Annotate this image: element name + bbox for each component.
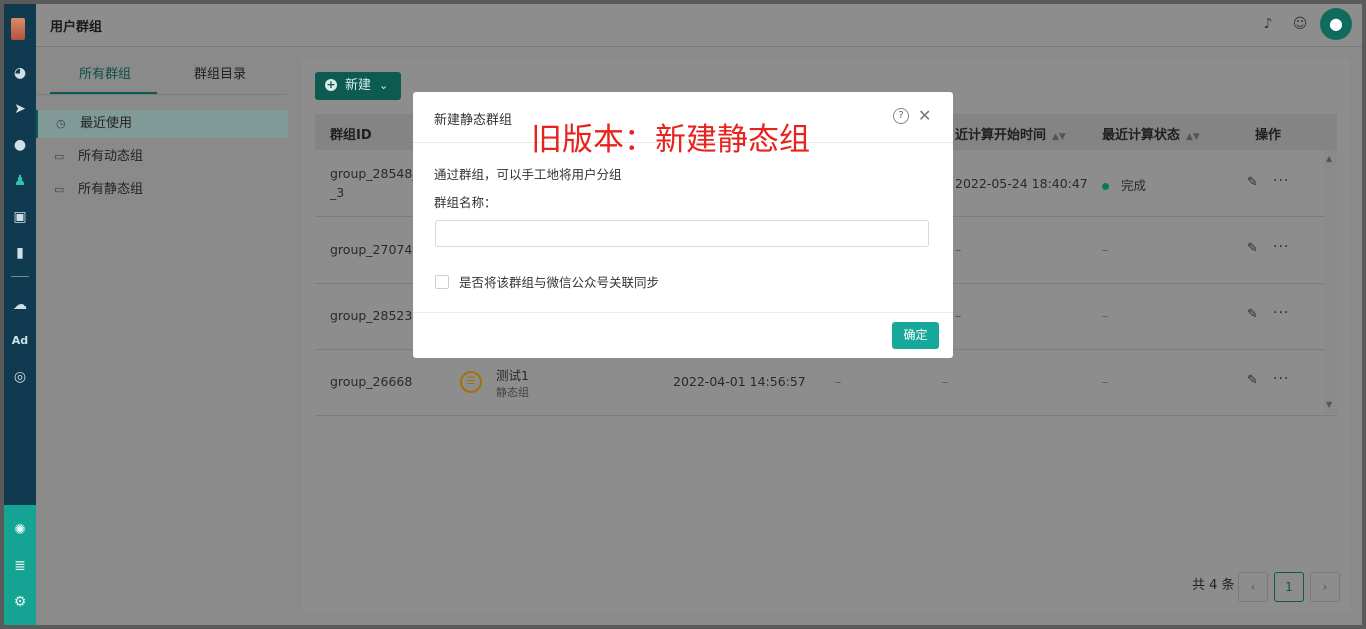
cell-calc-status: 完成 bbox=[1102, 175, 1146, 194]
target-icon[interactable]: ◎ bbox=[4, 364, 36, 390]
app-frame: ◕ ➤ ● ♟ ▣ ▮ ☁ Ad ◎ ✺ ≣ ⚙ 用户群组 ♪ ☺ ● 所有群组… bbox=[4, 4, 1362, 625]
message-icon[interactable]: ☺ bbox=[1291, 15, 1309, 33]
status-dot bbox=[1102, 183, 1109, 190]
scroll-up-icon[interactable]: ▲ bbox=[1326, 154, 1332, 163]
cell-calc-start: – bbox=[942, 374, 949, 389]
col-actions: 操作 bbox=[1255, 128, 1282, 143]
wechat-icon[interactable]: ☁ bbox=[4, 292, 36, 318]
sort-icon[interactable]: ▲▼ bbox=[1052, 132, 1066, 142]
close-icon[interactable]: ✕ bbox=[918, 106, 931, 125]
status-text: 完成 bbox=[1121, 178, 1147, 193]
sidebar-item-recent[interactable]: ◷ 最近使用 bbox=[36, 110, 288, 138]
cell-group-id: group_27074 bbox=[330, 242, 413, 257]
table-scrollbar[interactable]: ▲ ▼ bbox=[1324, 150, 1337, 414]
col-calc-status[interactable]: 最近计算状态 ▲▼ bbox=[1102, 124, 1200, 143]
next-page-button[interactable]: › bbox=[1310, 572, 1340, 602]
folder-icon: ▭ bbox=[54, 183, 65, 196]
gear-icon[interactable]: ⚙ bbox=[4, 589, 36, 615]
rail-divider bbox=[11, 276, 29, 277]
cell-col4: – bbox=[835, 374, 842, 389]
plus-icon: + bbox=[325, 78, 337, 91]
cell-calc-start: 2022-05-24 18:40:47 bbox=[955, 176, 1088, 191]
top-header: 用户群组 ♪ ☺ ● bbox=[36, 4, 1362, 47]
scroll-down-icon[interactable]: ▼ bbox=[1326, 400, 1332, 409]
icon-rail: ◕ ➤ ● ♟ ▣ ▮ ☁ Ad ◎ ✺ ≣ ⚙ bbox=[4, 4, 36, 625]
bookmark-icon[interactable]: ▣ bbox=[4, 204, 36, 230]
sort-icon[interactable]: ▲▼ bbox=[1186, 132, 1200, 142]
pagination-total: 共 4 条 bbox=[1192, 578, 1235, 593]
cell-group-id-cont: _3 bbox=[330, 185, 345, 200]
rail-bottom: ✺ ≣ ⚙ bbox=[4, 505, 36, 625]
new-button-label: 新建 bbox=[345, 78, 372, 93]
cell-calc-status: – bbox=[1102, 242, 1109, 257]
dashboard-icon[interactable]: ◕ bbox=[4, 60, 36, 86]
chevron-down-icon: ⌄ bbox=[379, 79, 389, 92]
dialog-description: 通过群组，可以手工地将用户分组 bbox=[434, 167, 622, 182]
wechat-sync-label[interactable]: 是否将该群组与微信公众号关联同步 bbox=[459, 272, 659, 291]
new-button[interactable]: + 新建 ⌄ bbox=[315, 72, 401, 100]
bell-icon[interactable]: ♪ bbox=[1259, 15, 1277, 33]
page-number[interactable]: 1 bbox=[1274, 572, 1304, 602]
cell-calc-status: – bbox=[1102, 374, 1109, 389]
annotation-text: 旧版本：新建静态组 bbox=[531, 122, 810, 158]
cell-group-id: group_26668 bbox=[330, 374, 413, 389]
network-icon[interactable]: ✺ bbox=[4, 517, 36, 543]
wechat-sync-checkbox[interactable] bbox=[435, 275, 449, 289]
more-icon[interactable]: ··· bbox=[1273, 173, 1289, 189]
bar-chart-icon[interactable]: ▮ bbox=[4, 240, 36, 266]
dialog-title: 新建静态群组 bbox=[434, 113, 513, 128]
cell-calc-status: – bbox=[1102, 308, 1109, 323]
list-icon: ☰ bbox=[460, 371, 482, 393]
cell-group-id: group_28523 bbox=[330, 308, 413, 323]
confirm-button[interactable]: 确定 bbox=[892, 322, 939, 349]
sidebar-tabs: 所有群组 群组目录 bbox=[36, 47, 286, 95]
cell-group-id: group_28548_c bbox=[330, 166, 426, 181]
dialog-footer-divider bbox=[413, 312, 953, 313]
avatar[interactable]: ● bbox=[1320, 8, 1352, 40]
edit-icon[interactable]: ✎ bbox=[1247, 373, 1258, 388]
tab-all-groups[interactable]: 所有群组 bbox=[79, 63, 131, 82]
col-calc-start[interactable]: 近计算开始时间 ▲▼ bbox=[955, 124, 1066, 143]
user-icon[interactable]: ● bbox=[4, 132, 36, 158]
sidebar-item-static[interactable]: ▭ 所有静态组 bbox=[36, 176, 286, 204]
cell-calc-start: – bbox=[955, 308, 962, 323]
group-name-label: 群组名称： bbox=[434, 195, 497, 210]
user-group-icon[interactable]: ♟ bbox=[4, 168, 36, 194]
new-static-group-dialog: 新建静态群组 ? ✕ 旧版本：新建静态组 通过群组，可以手工地将用户分组 群组名… bbox=[413, 92, 953, 358]
cell-created-time: 2022-04-01 14:56:57 bbox=[673, 374, 806, 389]
cell-group-type: 静态组 bbox=[496, 386, 529, 399]
ad-icon[interactable]: Ad bbox=[4, 328, 36, 354]
clock-icon: ◷ bbox=[56, 117, 66, 130]
col-group-id[interactable]: 群组ID bbox=[330, 124, 372, 143]
help-icon[interactable]: ? bbox=[893, 108, 909, 124]
prev-page-button[interactable]: ‹ bbox=[1238, 572, 1268, 602]
cell-group-name[interactable]: 测试1 bbox=[496, 365, 529, 384]
sidebar-item-label: 所有静态组 bbox=[78, 182, 144, 197]
col-calc-status-label: 最近计算状态 bbox=[1102, 128, 1181, 143]
table-row: group_26668 ☰ 测试1 静态组 2022-04-01 14:56:5… bbox=[315, 349, 1337, 416]
sidebar-item-dynamic[interactable]: ▭ 所有动态组 bbox=[36, 143, 286, 171]
sidebar-item-label: 所有动态组 bbox=[78, 149, 144, 164]
cell-calc-start: – bbox=[955, 242, 962, 257]
tab-group-directory[interactable]: 群组目录 bbox=[194, 63, 246, 82]
server-icon[interactable]: ≣ bbox=[4, 553, 36, 579]
send-icon[interactable]: ➤ bbox=[4, 96, 36, 122]
group-name-input[interactable] bbox=[435, 220, 929, 247]
more-icon[interactable]: ··· bbox=[1273, 305, 1289, 321]
more-icon[interactable]: ··· bbox=[1273, 371, 1289, 387]
group-sidebar: 所有群组 群组目录 ◷ 最近使用 ▭ 所有动态组 ▭ 所有静态组 bbox=[36, 47, 288, 625]
tab-active-indicator bbox=[50, 92, 157, 94]
logo bbox=[11, 18, 25, 40]
page-title: 用户群组 bbox=[50, 20, 103, 35]
more-icon[interactable]: ··· bbox=[1273, 239, 1289, 255]
edit-icon[interactable]: ✎ bbox=[1247, 241, 1258, 256]
folder-icon: ▭ bbox=[54, 150, 65, 163]
edit-icon[interactable]: ✎ bbox=[1247, 307, 1258, 322]
edit-icon[interactable]: ✎ bbox=[1247, 175, 1258, 190]
col-calc-start-label: 近计算开始时间 bbox=[955, 128, 1047, 143]
sidebar-item-label: 最近使用 bbox=[80, 116, 133, 131]
